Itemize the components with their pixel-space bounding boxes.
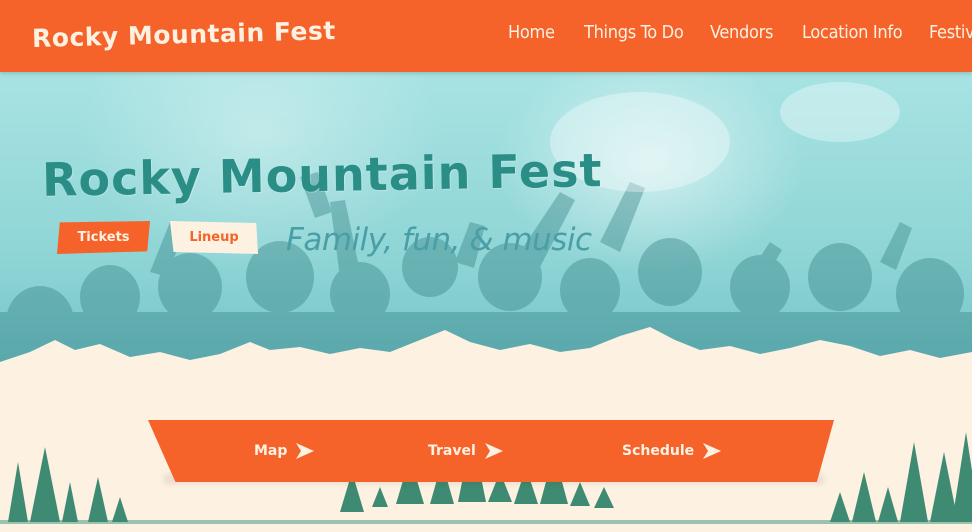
arrow-icon	[702, 442, 722, 460]
schedule-link[interactable]: Schedule	[622, 440, 722, 462]
nav-vendors[interactable]: Vendors	[710, 22, 773, 43]
travel-link[interactable]: Travel	[428, 440, 504, 462]
nav-home[interactable]: Home	[508, 22, 555, 43]
nav-festival[interactable]: Festiv	[929, 22, 972, 43]
arrow-icon	[484, 442, 504, 460]
site-logo[interactable]: Rocky Mountain Fest	[32, 16, 336, 53]
site-header: Rocky Mountain Fest Home Things To Do Ve…	[0, 0, 972, 72]
hero-title: Rocky Mountain Fest	[41, 143, 603, 207]
map-link[interactable]: Map	[254, 440, 315, 462]
travel-link-label: Travel	[428, 443, 476, 459]
hero-tagline: Family, fun, & music	[286, 222, 592, 258]
arrow-icon	[295, 442, 315, 460]
tickets-button[interactable]: Tickets	[57, 221, 150, 254]
schedule-link-label: Schedule	[622, 443, 695, 459]
map-link-label: Map	[254, 443, 288, 459]
lineup-button[interactable]: Lineup	[170, 221, 258, 254]
quick-links-bar: Map Travel Schedule	[148, 420, 834, 484]
nav-things-to-do[interactable]: Things To Do	[584, 22, 684, 43]
nav-location-info[interactable]: Location Info	[802, 22, 903, 43]
